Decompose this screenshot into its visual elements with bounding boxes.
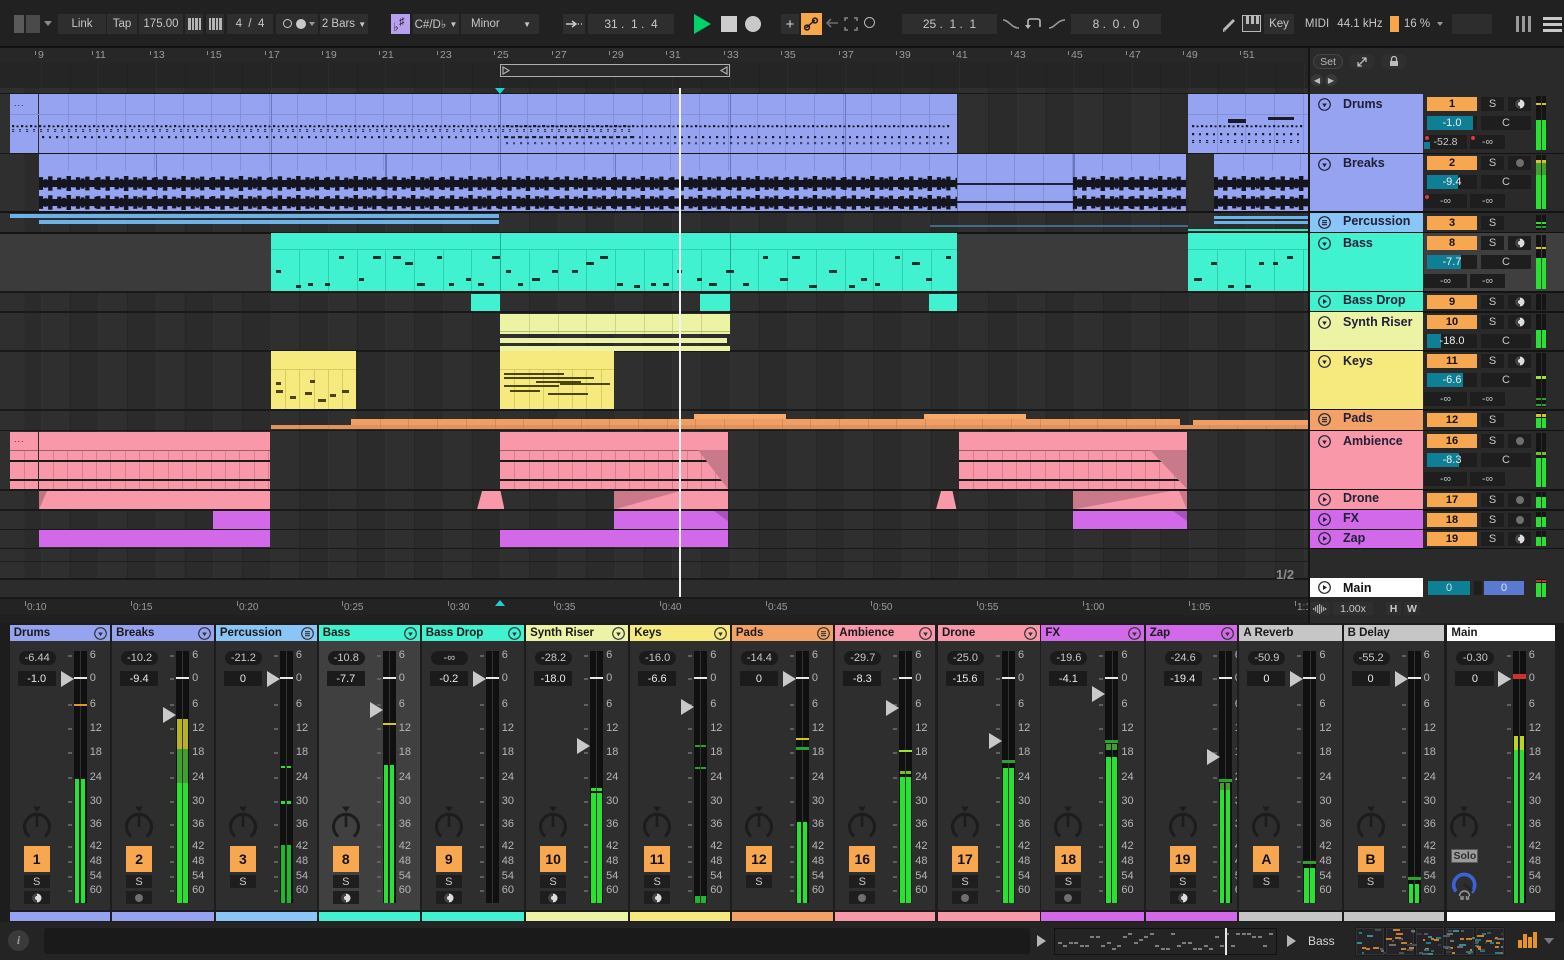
svg-text:♭: ♭ [393, 20, 399, 33]
svg-text:♯: ♯ [399, 16, 405, 28]
